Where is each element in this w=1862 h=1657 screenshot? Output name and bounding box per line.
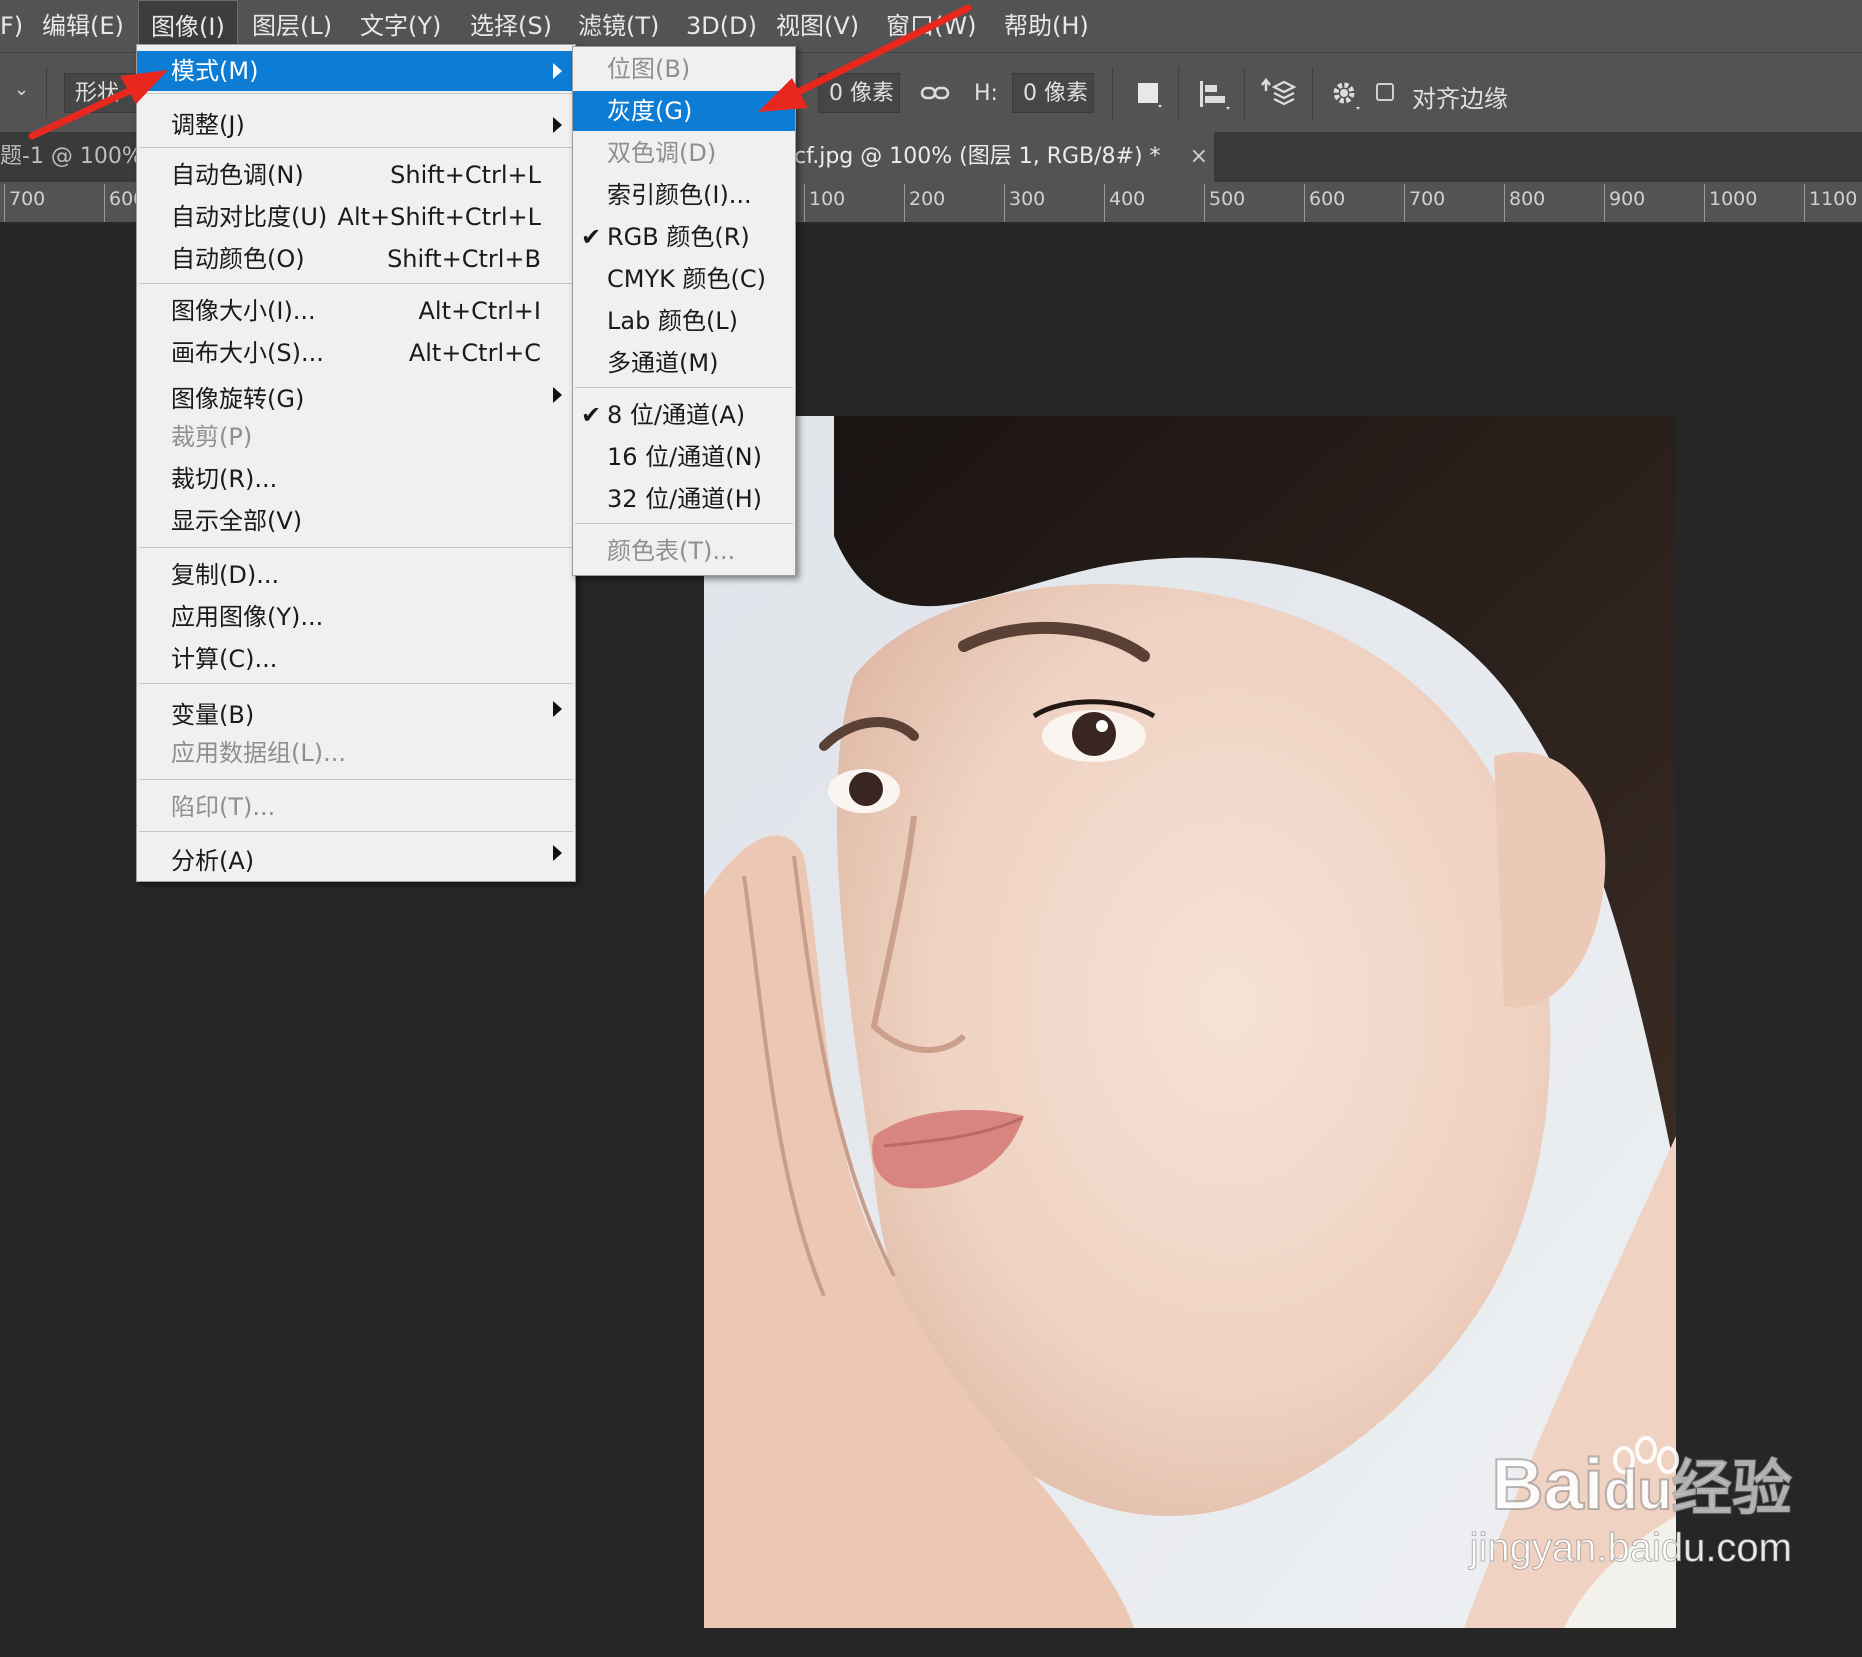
submenu-arrow-icon [553,845,562,861]
submenu-item-color-table[interactable]: 颜色表(T)... [573,531,795,571]
submenu-item-8-bit[interactable]: ✔ 8 位/通道(A) [573,395,795,435]
watermark-paw-badge: du [1603,1436,1679,1526]
annotation-arrow-to-grayscale [758,4,972,112]
watermark-brand-bai: Bai [1491,1444,1605,1526]
annotation-arrow-to-mode [28,70,168,140]
watermark-url: jingyan.baidu.com [1469,1526,1792,1571]
divider [139,683,573,684]
divider [575,523,793,524]
divider [139,831,573,832]
watermark-brand-du: du [1603,1457,1673,1522]
submenu-item-lab-color[interactable]: Lab 颜色(L) [573,301,795,341]
menu-item-calculations[interactable]: 计算(C)... [137,639,575,679]
menu-item-duplicate[interactable]: 复制(D)... [137,555,575,595]
submenu-item-32-bit[interactable]: 32 位/通道(H) [573,479,795,519]
menu-item-image-rotation[interactable]: 图像旋转(G) [137,379,575,419]
menu-item-variables[interactable]: 变量(B) [137,695,575,735]
baidu-jingyan-watermark: Bai du 经验 jingyan.baidu.com [1469,1436,1793,1571]
menu-item-canvas-size[interactable]: 画布大小(S)... Alt+Ctrl+C [137,333,575,373]
divider [575,387,793,388]
divider [139,283,573,284]
submenu-arrow-icon [553,701,562,717]
menu-item-auto-color[interactable]: 自动颜色(O) Shift+Ctrl+B [137,239,575,279]
menu-item-image-size[interactable]: 图像大小(I)... Alt+Ctrl+I [137,291,575,331]
watermark-brand-jingyan: 经验 [1671,1454,1793,1523]
menu-item-apply-data-set[interactable]: 应用数据组(L)... [137,733,575,773]
checkmark-icon: ✔ [581,223,602,251]
divider [139,547,573,548]
menu-item-trap[interactable]: 陷印(T)... [137,787,575,827]
divider [139,779,573,780]
submenu-item-multichannel[interactable]: 多通道(M) [573,343,795,383]
submenu-item-rgb-color[interactable]: ✔ RGB 颜色(R) [573,217,795,257]
submenu-item-cmyk-color[interactable]: CMYK 颜色(C) [573,259,795,299]
menu-item-auto-contrast[interactable]: 自动对比度(U) Alt+Shift+Ctrl+L [137,197,575,237]
menu-item-reveal-all[interactable]: 显示全部(V) [137,501,575,541]
menu-item-trim[interactable]: 裁切(R)... [137,459,575,499]
submenu-arrow-icon [553,387,562,403]
submenu-item-16-bit[interactable]: 16 位/通道(N) [573,437,795,477]
menu-item-analysis[interactable]: 分析(A) [137,841,575,881]
menu-item-crop[interactable]: 裁剪(P) [137,417,575,457]
annotation-arrows [28,4,972,140]
checkmark-icon: ✔ [581,401,602,429]
menu-item-apply-image[interactable]: 应用图像(Y)... [137,597,575,637]
